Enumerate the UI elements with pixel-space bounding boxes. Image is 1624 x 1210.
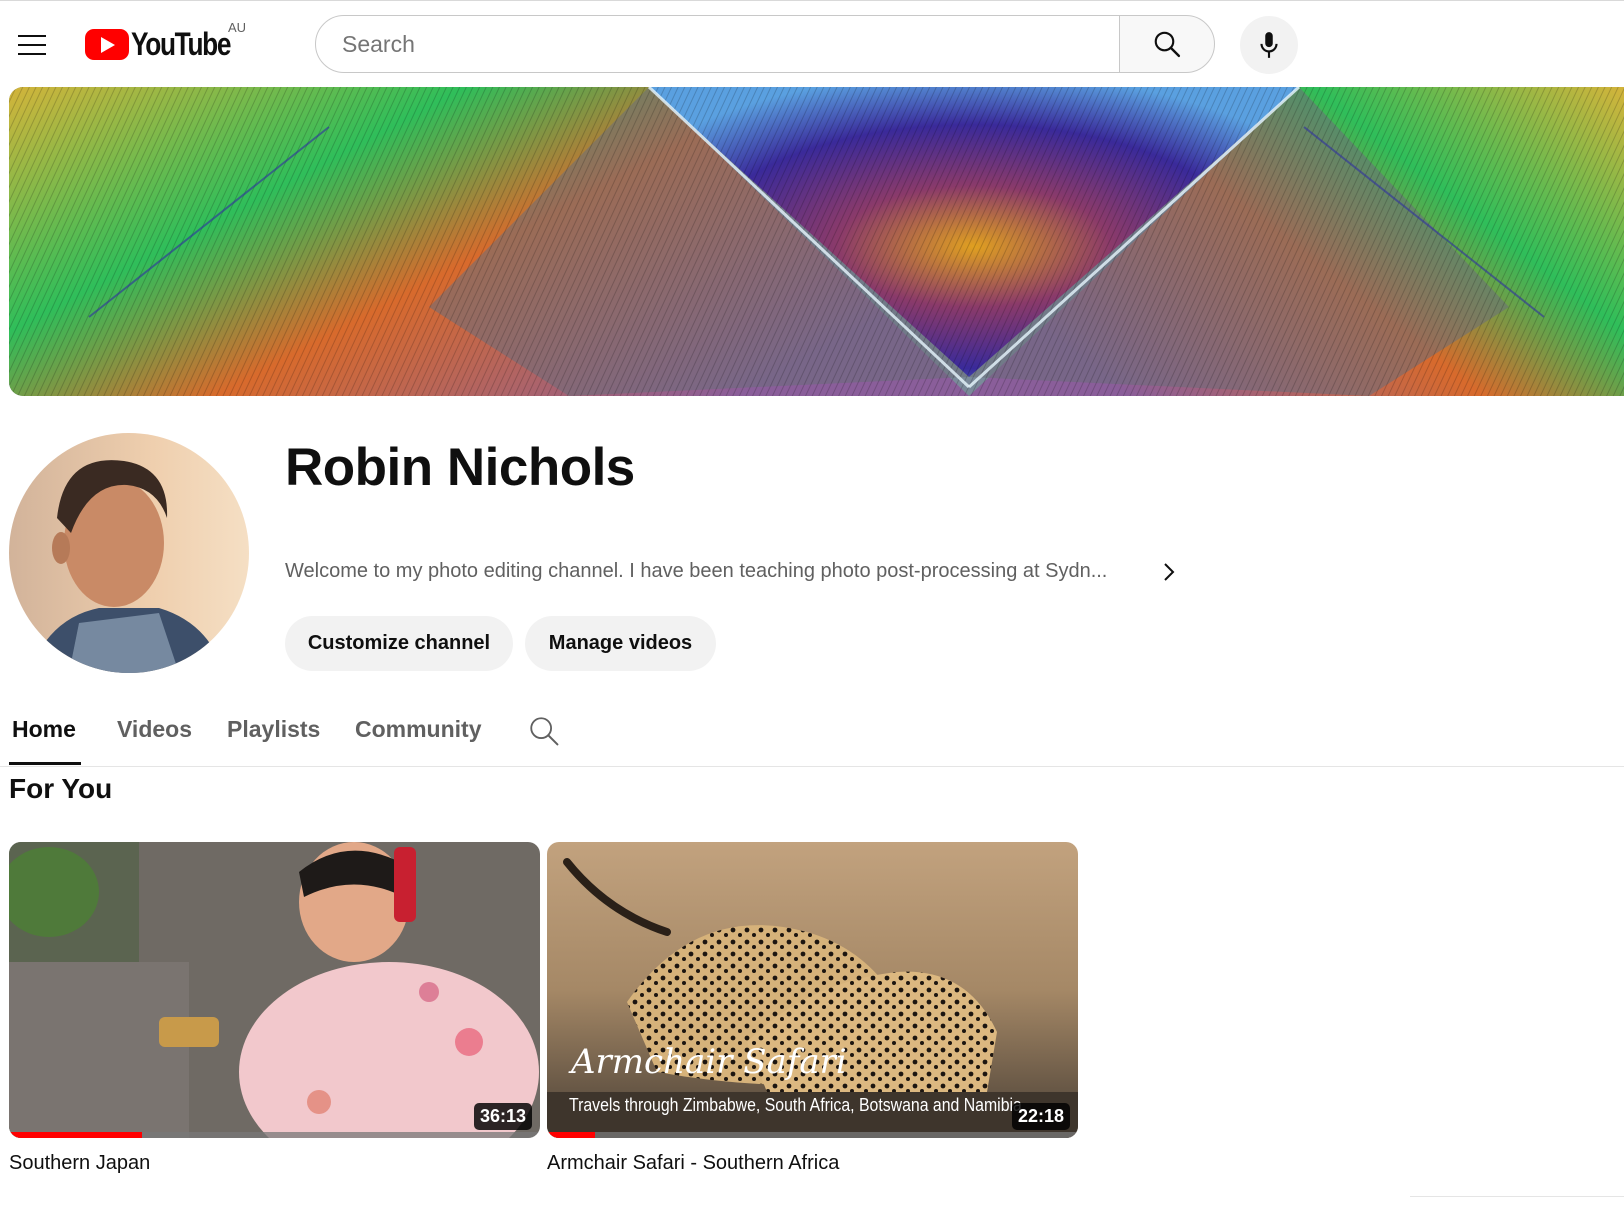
search-box [315,15,1120,73]
tab-community[interactable]: Community [355,716,482,743]
section-title: For You [9,773,113,804]
video-card[interactable]: Armchair Safari Travels through Zimbabwe… [547,842,1078,1175]
customize-channel-button[interactable]: Customize channel [285,616,513,671]
tab-videos[interactable]: Videos [117,716,192,743]
watch-progress-bar [547,1132,1078,1138]
video-duration: 22:18 [1011,1103,1070,1130]
microphone-icon [1260,32,1278,58]
chevron-right-icon [1164,563,1175,581]
youtube-logo[interactable]: YouTube [85,25,252,62]
manage-videos-button[interactable]: Manage videos [525,616,716,671]
channel-banner [9,87,1624,396]
description-more-button[interactable] [1156,558,1182,586]
tab-playlists[interactable]: Playlists [227,716,320,743]
channel-description[interactable]: Welcome to my photo editing channel. I h… [285,560,1107,583]
thumbnail-overlay-subtitle: Travels through Zimbabwe, South Africa, … [569,1095,1022,1115]
video-thumbnail[interactable]: Armchair Safari Travels through Zimbabwe… [547,842,1078,1138]
logo-text: YouTube [131,25,231,62]
active-tab-indicator [9,762,81,765]
banner-art [9,87,1624,396]
channel-search-button[interactable] [527,714,561,748]
thumbnail-image [9,842,540,1138]
search-icon [1154,31,1181,58]
youtube-logo-icon [85,28,129,60]
watch-progress-fill [9,1132,142,1138]
masthead: YouTube AU [0,3,1624,83]
channel-name: Robin Nichols [285,438,635,497]
video-title[interactable]: Southern Japan [9,1152,540,1175]
divider [1410,1196,1624,1197]
thumbnail-image [547,842,1078,1138]
tab-home[interactable]: Home [12,716,76,743]
video-card[interactable]: 36:13 Southern Japan [9,842,540,1175]
watch-progress-fill [547,1132,595,1138]
video-duration: 36:13 [473,1103,532,1130]
voice-search-button[interactable] [1240,16,1298,74]
search-input[interactable] [340,29,1084,59]
channel-avatar[interactable] [9,433,249,673]
video-title[interactable]: Armchair Safari - Southern Africa [547,1152,1078,1175]
search-button[interactable] [1119,15,1215,73]
menu-icon[interactable] [14,27,50,63]
watch-progress-bar [9,1132,540,1138]
country-code: AU [228,20,247,35]
channel-tabs: Home Videos Playlists Community [0,700,1624,767]
thumbnail-overlay-title: Armchair Safari [571,1042,847,1082]
avatar-image [9,433,249,673]
video-thumbnail[interactable]: 36:13 [9,842,540,1138]
channel-search-icon [530,717,559,746]
